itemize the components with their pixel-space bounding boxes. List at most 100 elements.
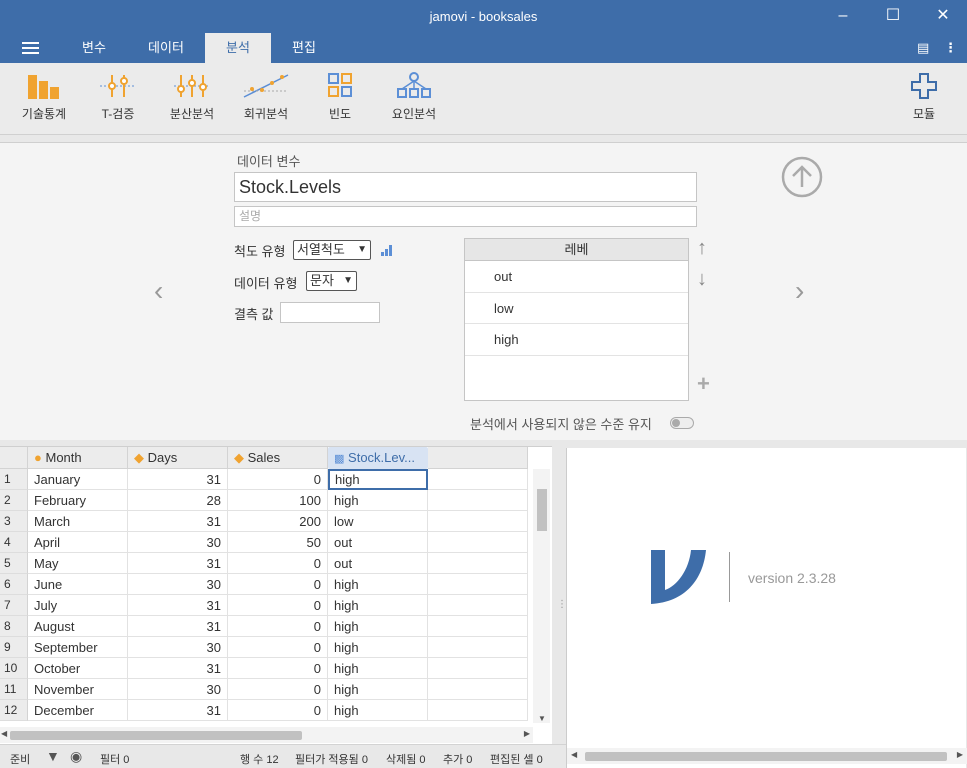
move-level-up-icon[interactable]: ↑ bbox=[697, 237, 707, 260]
maximize-button[interactable]: ☐ bbox=[876, 4, 910, 28]
table-cell[interactable]: 50 bbox=[228, 532, 328, 553]
description-input[interactable]: 설명 bbox=[234, 206, 697, 227]
next-variable-icon[interactable]: › bbox=[795, 275, 804, 307]
table-cell[interactable]: high bbox=[328, 574, 428, 595]
scroll-left-icon[interactable]: ◀ bbox=[571, 750, 577, 759]
row-number[interactable]: 5 bbox=[0, 553, 28, 574]
column-header-empty[interactable] bbox=[428, 447, 528, 469]
table-cell[interactable]: high bbox=[328, 616, 428, 637]
modules-button[interactable]: 모듈 bbox=[904, 71, 944, 122]
scrollbar-thumb[interactable] bbox=[537, 489, 547, 531]
table-cell[interactable]: 0 bbox=[228, 469, 328, 490]
table-cell[interactable]: 0 bbox=[228, 553, 328, 574]
table-cell[interactable] bbox=[428, 595, 528, 616]
table-cell[interactable]: 0 bbox=[228, 679, 328, 700]
table-cell[interactable]: May bbox=[28, 553, 128, 574]
data-type-select[interactable]: 문자 ▼ bbox=[306, 271, 357, 291]
table-cell[interactable]: November bbox=[28, 679, 128, 700]
variable-name-input[interactable]: Stock.Levels bbox=[234, 172, 697, 202]
table-cell[interactable]: January bbox=[28, 469, 128, 490]
scrollbar-thumb[interactable] bbox=[585, 752, 947, 761]
table-cell[interactable]: high bbox=[328, 595, 428, 616]
column-header-month[interactable]: ● Month bbox=[28, 447, 128, 469]
table-cell[interactable]: 31 bbox=[128, 700, 228, 721]
regression-button[interactable]: 회귀분석 bbox=[240, 71, 292, 122]
column-header-stock-levels[interactable]: ▩ Stock.Lev... bbox=[328, 447, 428, 469]
menu-icon[interactable] bbox=[22, 42, 39, 55]
table-cell[interactable]: 31 bbox=[128, 511, 228, 532]
table-cell[interactable]: March bbox=[28, 511, 128, 532]
tab-analyses[interactable]: 분석 bbox=[205, 33, 271, 63]
table-cell[interactable]: 0 bbox=[228, 616, 328, 637]
table-cell[interactable]: 31 bbox=[128, 595, 228, 616]
table-cell[interactable]: high bbox=[328, 490, 428, 511]
previous-variable-icon[interactable]: ‹ bbox=[154, 275, 163, 307]
table-cell[interactable]: out bbox=[328, 532, 428, 553]
scroll-down-icon[interactable]: ▼ bbox=[538, 714, 546, 723]
eye-icon[interactable]: ◉ bbox=[70, 748, 82, 765]
panel-splitter[interactable]: ⋮ bbox=[552, 446, 567, 744]
row-number[interactable]: 9 bbox=[0, 637, 28, 658]
add-level-icon[interactable]: + bbox=[697, 371, 710, 397]
table-cell[interactable]: June bbox=[28, 574, 128, 595]
missing-values-input[interactable] bbox=[280, 302, 380, 323]
table-cell[interactable] bbox=[428, 616, 528, 637]
table-cell[interactable] bbox=[428, 574, 528, 595]
table-cell[interactable]: April bbox=[28, 532, 128, 553]
table-cell[interactable]: high bbox=[328, 700, 428, 721]
row-number[interactable]: 11 bbox=[0, 679, 28, 700]
table-cell[interactable] bbox=[428, 469, 528, 490]
table-cell[interactable]: high bbox=[328, 637, 428, 658]
table-cell[interactable]: 30 bbox=[128, 637, 228, 658]
collapse-up-icon[interactable] bbox=[781, 156, 823, 198]
table-cell[interactable]: 30 bbox=[128, 679, 228, 700]
table-cell[interactable]: 30 bbox=[128, 574, 228, 595]
table-cell[interactable] bbox=[428, 511, 528, 532]
table-cell[interactable]: 31 bbox=[128, 553, 228, 574]
row-number[interactable]: 1 bbox=[0, 469, 28, 490]
retain-unused-toggle[interactable] bbox=[670, 417, 694, 429]
filter-icon[interactable]: ▼ bbox=[46, 748, 60, 764]
tab-edit[interactable]: 편집 bbox=[278, 33, 330, 63]
anova-button[interactable]: 분산분석 bbox=[166, 71, 218, 122]
table-cell[interactable] bbox=[428, 637, 528, 658]
level-item[interactable]: high bbox=[465, 324, 688, 356]
table-cell[interactable]: 31 bbox=[128, 469, 228, 490]
table-cell[interactable]: July bbox=[28, 595, 128, 616]
table-cell[interactable]: low bbox=[328, 511, 428, 532]
scroll-right-icon[interactable]: ▶ bbox=[524, 729, 530, 738]
table-cell[interactable] bbox=[428, 553, 528, 574]
table-cell[interactable]: 0 bbox=[228, 574, 328, 595]
table-cell[interactable] bbox=[428, 490, 528, 511]
horizontal-scrollbar[interactable]: ◀ ▶ bbox=[0, 727, 533, 743]
toggle-panel-icon[interactable]: ▤ bbox=[917, 40, 929, 56]
table-cell[interactable]: 0 bbox=[228, 637, 328, 658]
table-cell[interactable]: 30 bbox=[128, 532, 228, 553]
measure-type-select[interactable]: 서열척도 ▼ bbox=[293, 240, 371, 260]
row-number[interactable]: 10 bbox=[0, 658, 28, 679]
factor-button[interactable]: 요인분석 bbox=[388, 71, 440, 122]
table-cell[interactable]: 0 bbox=[228, 658, 328, 679]
table-cell[interactable]: August bbox=[28, 616, 128, 637]
table-cell[interactable] bbox=[428, 658, 528, 679]
table-cell[interactable]: 31 bbox=[128, 658, 228, 679]
table-cell[interactable]: 200 bbox=[228, 511, 328, 532]
table-cell[interactable]: 28 bbox=[128, 490, 228, 511]
table-cell[interactable]: 100 bbox=[228, 490, 328, 511]
tab-data[interactable]: 데이터 bbox=[134, 33, 198, 63]
frequencies-button[interactable]: 빈도 bbox=[320, 71, 360, 122]
table-cell[interactable]: September bbox=[28, 637, 128, 658]
vertical-scrollbar[interactable]: ▼ bbox=[533, 469, 550, 723]
row-number[interactable]: 6 bbox=[0, 574, 28, 595]
table-cell[interactable]: high bbox=[328, 469, 428, 490]
close-button[interactable]: ✕ bbox=[926, 4, 960, 28]
more-options-icon[interactable]: ⋮ bbox=[944, 40, 957, 56]
table-cell[interactable]: 31 bbox=[128, 616, 228, 637]
scroll-right-icon[interactable]: ▶ bbox=[957, 750, 963, 759]
move-level-down-icon[interactable]: ↓ bbox=[697, 268, 707, 291]
table-cell[interactable]: 0 bbox=[228, 595, 328, 616]
row-number[interactable]: 3 bbox=[0, 511, 28, 532]
scroll-left-icon[interactable]: ◀ bbox=[1, 729, 7, 738]
table-cell[interactable] bbox=[428, 700, 528, 721]
table-cell[interactable]: December bbox=[28, 700, 128, 721]
